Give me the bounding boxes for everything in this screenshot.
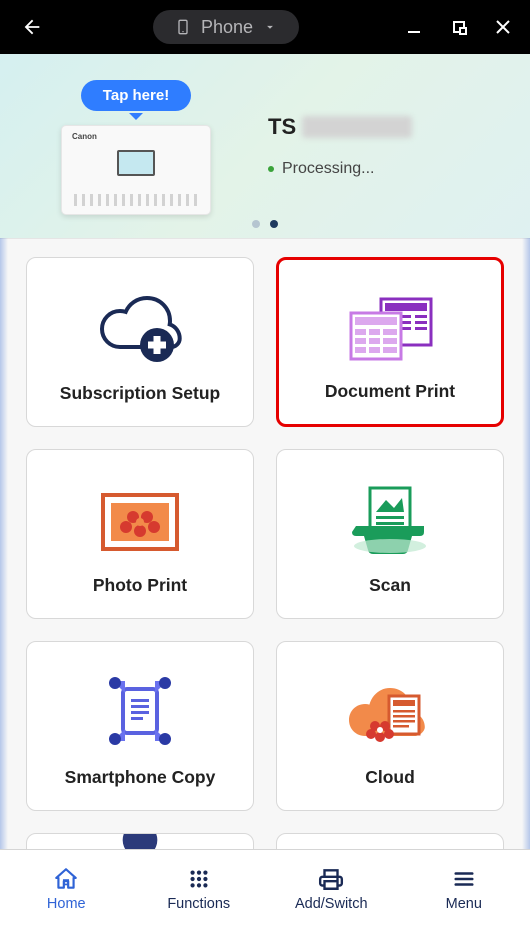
subscription-setup-card[interactable]: Subscription Setup (26, 257, 254, 427)
cloud-card[interactable]: Cloud (276, 641, 504, 811)
functions-icon (188, 866, 210, 892)
home-icon (53, 866, 79, 892)
minimize-button[interactable] (406, 18, 424, 36)
scan-card[interactable]: Scan (276, 449, 504, 619)
printer-name: TS (268, 114, 514, 140)
nav-label: Home (47, 896, 86, 912)
card-label: Scan (369, 575, 411, 596)
printer-name-redacted (302, 116, 412, 138)
nav-label: Menu (446, 896, 482, 912)
dot-2[interactable] (270, 220, 278, 228)
card-label: Smartphone Copy (65, 767, 216, 788)
extra-card-peek[interactable] (26, 833, 254, 849)
back-arrow-icon (21, 16, 43, 38)
printer-icon (317, 866, 345, 892)
printer-name-prefix: TS (268, 114, 296, 140)
document-print-card[interactable]: Document Print (276, 257, 504, 427)
cloud-add-icon (37, 276, 243, 383)
dot-1[interactable] (252, 220, 260, 228)
device-label: Phone (201, 17, 253, 38)
scan-icon (287, 468, 493, 575)
smartphone-copy-icon (37, 660, 243, 767)
close-icon (495, 19, 511, 35)
nav-functions[interactable]: Functions (133, 850, 266, 927)
status-dot-icon (268, 166, 274, 172)
chevron-down-icon (263, 20, 277, 34)
printer-hero: Tap here! Canon TS Processing... (0, 54, 530, 238)
card-label: Document Print (325, 381, 455, 402)
function-grid-container: Subscription Setup Document Print Photo … (0, 238, 530, 849)
card-label: Subscription Setup (60, 383, 220, 404)
nav-home[interactable]: Home (0, 850, 133, 927)
window-controls (406, 18, 512, 36)
nav-add-switch[interactable]: Add/Switch (265, 850, 398, 927)
close-button[interactable] (494, 18, 512, 36)
printer-image: Canon (61, 125, 211, 215)
card-label: Photo Print (93, 575, 187, 596)
printer-info: TS Processing... (256, 114, 514, 178)
restore-button[interactable] (450, 18, 468, 36)
printer-brand-label: Canon (72, 132, 97, 141)
status-text: Processing... (282, 160, 374, 177)
extra-card-peek-2[interactable] (276, 833, 504, 849)
smartphone-copy-card[interactable]: Smartphone Copy (26, 641, 254, 811)
device-selector[interactable]: Phone (153, 10, 299, 44)
bottom-nav: Home Functions Add/Switch Menu (0, 849, 530, 927)
extra-icon (37, 833, 243, 849)
printer-visual[interactable]: Tap here! Canon (16, 78, 256, 215)
nav-menu[interactable]: Menu (398, 850, 530, 927)
title-bar: Phone (0, 0, 530, 54)
photo-print-icon (37, 468, 243, 575)
cloud-icon (287, 660, 493, 767)
tap-here-tooltip: Tap here! (81, 80, 191, 111)
phone-icon (175, 16, 191, 38)
restore-icon (451, 19, 467, 35)
page-indicator[interactable] (252, 220, 278, 228)
function-grid: Subscription Setup Document Print Photo … (0, 239, 530, 849)
photo-print-card[interactable]: Photo Print (26, 449, 254, 619)
printer-status: Processing... (268, 160, 514, 178)
minimize-icon (407, 19, 423, 35)
menu-icon (452, 866, 476, 892)
nav-label: Functions (167, 896, 230, 912)
nav-label: Add/Switch (295, 896, 368, 912)
document-print-icon (289, 278, 491, 381)
card-label: Cloud (365, 767, 415, 788)
back-button[interactable] (18, 13, 46, 41)
